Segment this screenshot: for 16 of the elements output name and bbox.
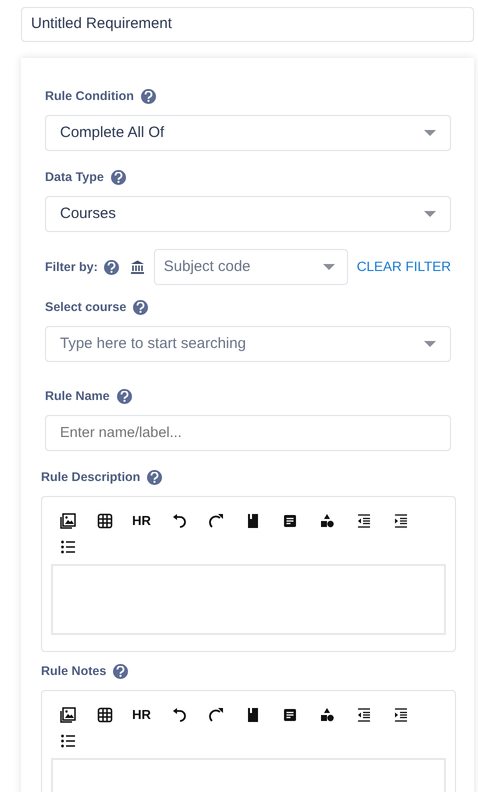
title-field[interactable]: Untitled Requirement — [21, 7, 474, 42]
dropdown[interactable]: Complete All Of — [45, 115, 451, 151]
field-label: Rule Condition — [45, 88, 134, 105]
hr-button[interactable]: HR — [123, 508, 160, 534]
input-field[interactable]: Enter name/label... — [45, 415, 451, 451]
field-label: Filter by: — [45, 259, 98, 276]
field-label: Rule Name — [45, 388, 110, 405]
search-dropdown[interactable]: Type here to start searching — [45, 326, 451, 362]
field-label: Rule Notes — [41, 663, 106, 680]
field-label: Select course — [45, 299, 126, 316]
clear-filter-link[interactable]: CLEAR FILTER — [356, 256, 451, 278]
dropdown[interactable]: Courses — [45, 196, 451, 232]
hr-button[interactable]: HR — [123, 702, 160, 728]
field-label: Data Type — [45, 169, 104, 186]
filter-dropdown[interactable]: Subject code — [154, 249, 348, 285]
field-label: Rule Description — [41, 469, 140, 486]
